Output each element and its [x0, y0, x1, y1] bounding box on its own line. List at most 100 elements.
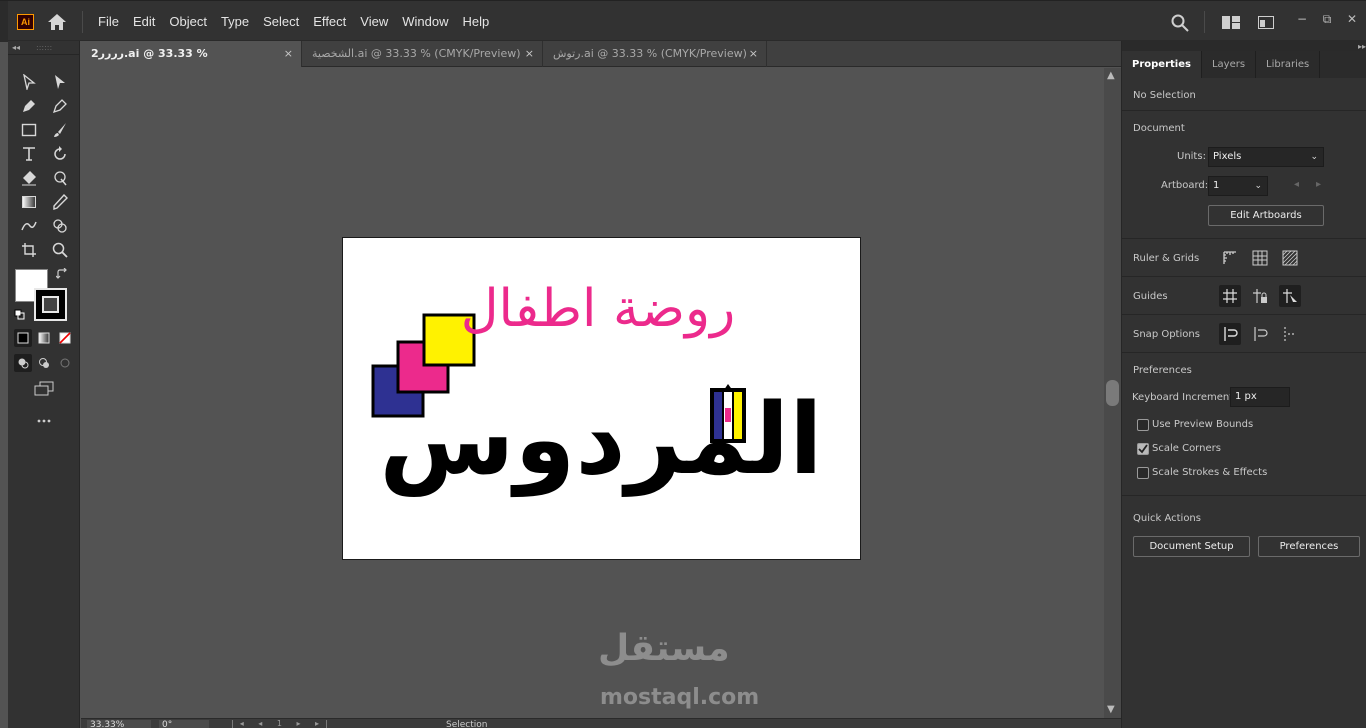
- tab-layers[interactable]: Layers: [1202, 51, 1257, 78]
- smart-guides-icon[interactable]: [1279, 285, 1301, 307]
- close-window-button[interactable]: ✕: [1343, 12, 1361, 26]
- rectangle-tool-icon[interactable]: [17, 119, 41, 141]
- snap-to-glyph-icon[interactable]: [1249, 323, 1271, 345]
- snap-to-point-icon[interactable]: [1279, 323, 1301, 345]
- scroll-up-icon[interactable]: ▲: [1107, 70, 1115, 81]
- shape-builder-tool-icon[interactable]: [48, 215, 72, 237]
- snap-to-pixel-icon[interactable]: [1219, 323, 1241, 345]
- paintbrush-tool-icon[interactable]: [48, 119, 72, 141]
- curvature-tool-icon[interactable]: [48, 95, 72, 117]
- panel-header-strip: ▸▸: [1122, 41, 1366, 51]
- zoom-field[interactable]: 33.33%: [87, 720, 151, 728]
- keyboard-increment-label: Keyboard Increment:: [1132, 392, 1237, 403]
- edit-artboards-button[interactable]: Edit Artboards: [1208, 205, 1324, 226]
- show-guides-icon[interactable]: [1219, 285, 1241, 307]
- ruler-icon[interactable]: [1219, 247, 1241, 269]
- selection-status: No Selection: [1133, 90, 1196, 101]
- menu-view[interactable]: View: [353, 1, 395, 42]
- swap-fill-stroke-icon[interactable]: [55, 267, 69, 281]
- artboard-navigation[interactable]: |◂ ◂ 1 ▸ ▸|: [231, 719, 334, 728]
- menu-select[interactable]: Select: [256, 1, 306, 42]
- close-tab-icon[interactable]: ×: [749, 41, 758, 67]
- canvas-area[interactable]: روضة اطفال المردوس: [81, 68, 1104, 718]
- screen-mode-icon[interactable]: [32, 378, 56, 400]
- tab-properties[interactable]: Properties: [1122, 51, 1202, 78]
- tab-document-1[interactable]: 2رررر.ai @ 33.33 % (CMYK/Preview) ×: [81, 41, 302, 86]
- svg-text:◂◂: ◂◂: [12, 43, 20, 52]
- document-setup-button[interactable]: Document Setup: [1133, 536, 1250, 557]
- document-tabs: 2رررر.ai @ 33.33 % (CMYK/Preview) × الشخ…: [81, 41, 1121, 86]
- svg-text:::::::: ::::::: [36, 43, 52, 52]
- scale-strokes-checkbox[interactable]: [1137, 467, 1149, 479]
- scroll-thumb[interactable]: [1106, 380, 1119, 406]
- units-dropdown[interactable]: Pixels ⌄: [1208, 147, 1324, 167]
- quick-actions-section: Quick Actions Document Setup Preferences: [1122, 496, 1366, 571]
- menu-object[interactable]: Object: [162, 1, 214, 42]
- close-tab-icon[interactable]: ×: [525, 41, 534, 67]
- next-artboard-icon[interactable]: ▸: [1316, 179, 1321, 190]
- draw-normal-icon[interactable]: [14, 354, 32, 372]
- expand-panel-icon[interactable]: ▸▸: [1122, 41, 1366, 51]
- draw-inside-icon[interactable]: [56, 354, 74, 372]
- menu-window[interactable]: Window: [395, 1, 455, 42]
- artboard-tool-icon[interactable]: [17, 239, 41, 261]
- rotation-field[interactable]: 0°: [159, 720, 209, 728]
- current-tool-status[interactable]: Selection: [446, 720, 487, 728]
- grid-icon[interactable]: [1249, 247, 1271, 269]
- previous-artboard-icon[interactable]: ◂: [1294, 179, 1299, 190]
- use-preview-bounds-checkbox[interactable]: [1137, 419, 1149, 431]
- keyboard-increment-input[interactable]: 1 px: [1230, 387, 1290, 407]
- direct-selection-tool-icon[interactable]: [48, 71, 72, 93]
- stroke-swatch[interactable]: [34, 288, 67, 321]
- menu-bar: Ai File Edit Object Type Select Effect V…: [0, 0, 1366, 42]
- blend-tool-icon[interactable]: [17, 215, 41, 237]
- selection-tool-icon[interactable]: [17, 71, 41, 93]
- menu-effect[interactable]: Effect: [306, 1, 353, 42]
- preferences-button[interactable]: Preferences: [1258, 536, 1360, 557]
- guides-section: Guides: [1122, 277, 1366, 315]
- artboard-dropdown[interactable]: 1 ⌄: [1208, 176, 1268, 196]
- transparency-grid-icon[interactable]: [1279, 247, 1301, 269]
- tab-libraries[interactable]: Libraries: [1256, 51, 1321, 78]
- menu-edit[interactable]: Edit: [126, 1, 162, 42]
- artboard[interactable]: روضة اطفال المردوس: [342, 237, 861, 560]
- lock-guides-icon[interactable]: [1249, 285, 1271, 307]
- close-tab-icon[interactable]: ×: [284, 41, 293, 67]
- vertical-scrollbar[interactable]: ▲ ▼: [1104, 68, 1121, 718]
- gradient-tool-icon[interactable]: [17, 191, 41, 213]
- ruler-grids-title: Ruler & Grids: [1133, 253, 1200, 264]
- eyedropper-tool-icon[interactable]: [48, 191, 72, 213]
- artboard-number[interactable]: 1: [277, 719, 288, 728]
- menu-file[interactable]: File: [91, 1, 126, 42]
- tab-document-2[interactable]: الشخصية.ai @ 33.33 % (CMYK/Preview) ×: [302, 41, 543, 67]
- default-fill-stroke-icon[interactable]: [13, 308, 27, 322]
- pen-tool-icon[interactable]: [17, 95, 41, 117]
- tab-label: الشخصية.ai @ 33.33 % (CMYK/Preview): [312, 47, 521, 60]
- artboard-value: 1: [1213, 180, 1220, 191]
- toolbar-collapse-grip[interactable]: ◂◂ ::::::: [8, 41, 80, 55]
- illustrator-window: Ai File Edit Object Type Select Effect V…: [0, 0, 1366, 728]
- tab-document-3[interactable]: رتوش.ai @ 33.33 % (CMYK/Preview) ×: [543, 41, 767, 67]
- rotate-tool-icon[interactable]: [48, 143, 72, 165]
- puppet-warp-tool-icon[interactable]: [48, 167, 72, 189]
- workspace-switcher-icon[interactable]: [1258, 16, 1274, 29]
- color-mode-icon[interactable]: [14, 329, 32, 347]
- scroll-down-icon[interactable]: ▼: [1107, 704, 1115, 715]
- search-icon[interactable]: [1171, 14, 1189, 32]
- snap-options-section: Snap Options: [1122, 315, 1366, 353]
- restore-button[interactable]: ⧉: [1318, 12, 1336, 26]
- home-icon[interactable]: [47, 13, 67, 31]
- more-tools-icon[interactable]: [32, 410, 56, 432]
- draw-behind-icon[interactable]: [35, 354, 53, 372]
- gradient-mode-icon[interactable]: [35, 329, 53, 347]
- menu-help[interactable]: Help: [455, 1, 496, 42]
- none-mode-icon[interactable]: [56, 329, 74, 347]
- tools-panel: ◂◂ ::::::: [8, 41, 80, 728]
- eraser-tool-icon[interactable]: [17, 167, 41, 189]
- menu-type[interactable]: Type: [214, 1, 256, 42]
- scale-corners-checkbox[interactable]: [1137, 443, 1149, 455]
- minimize-button[interactable]: −: [1293, 12, 1311, 26]
- arrange-documents-icon[interactable]: [1222, 16, 1240, 29]
- zoom-tool-icon[interactable]: [48, 239, 72, 261]
- type-tool-icon[interactable]: [17, 143, 41, 165]
